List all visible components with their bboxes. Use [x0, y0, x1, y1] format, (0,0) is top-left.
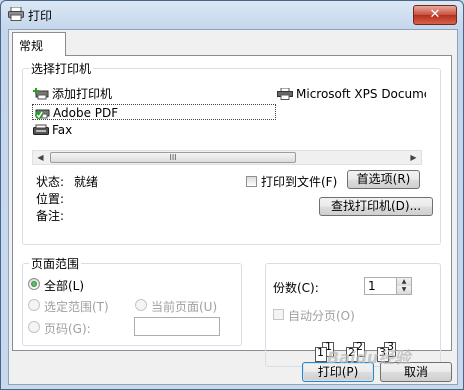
scroll-right-icon[interactable]: ▶	[406, 151, 421, 164]
collate-checkbox[interactable]	[273, 309, 284, 320]
watermark: Baidu经验	[327, 348, 411, 367]
scroll-left-icon[interactable]: ◀	[33, 151, 48, 164]
preferences-button[interactable]: 首选项(R)	[347, 170, 420, 189]
radio-selection-label[interactable]: 选定范围(T)	[44, 298, 109, 315]
printer-icon	[277, 88, 293, 100]
fax-icon	[33, 124, 49, 135]
printer-name: Fax	[52, 123, 73, 137]
printer-name: Microsoft XPS Docume	[296, 87, 426, 101]
print-dialog: 打印 ✕ 常规 选择打印机 添加打印机 Microsoft XPS Docume…	[0, 0, 464, 390]
copies-label: 份数(C):	[273, 281, 319, 295]
tab-general[interactable]: 常规	[12, 32, 66, 56]
copies-spinner[interactable]: 1 ▲ ▼	[364, 277, 412, 295]
collate-label[interactable]: 自动分页(O)	[288, 307, 355, 324]
radio-all[interactable]	[28, 278, 40, 290]
printer-list[interactable]: 添加打印机 Microsoft XPS Docume Adobe PDF Fax	[32, 83, 426, 151]
scroll-thumb[interactable]: III	[50, 152, 296, 163]
default-printer-icon	[35, 109, 50, 119]
general-tab-panel: 选择打印机 添加打印机 Microsoft XPS Docume Adobe P…	[12, 55, 452, 367]
print-to-file-label[interactable]: 打印到文件(F)	[261, 173, 337, 190]
add-printer-icon	[33, 88, 49, 100]
printer-item-add[interactable]: 添加打印机	[32, 86, 112, 102]
status-value: 就绪	[74, 175, 99, 189]
printer-name: Adobe PDF	[53, 106, 119, 120]
close-button[interactable]: ✕	[413, 5, 457, 25]
page-range-label: 页面范围	[29, 255, 82, 272]
collate-page-number: 1	[317, 346, 324, 359]
select-printer-group: 选择打印机 添加打印机 Microsoft XPS Docume Adobe P…	[22, 60, 441, 245]
printer-item-xps[interactable]: Microsoft XPS Docume	[276, 86, 426, 102]
pages-input[interactable]	[134, 317, 220, 336]
printer-item-adobe-pdf[interactable]: Adobe PDF	[32, 104, 276, 120]
page-range-group: 页面范围 全部(L) 选定范围(T) 当前页面(U) 页码(G):	[22, 255, 242, 346]
copies-value[interactable]: 1	[368, 279, 376, 293]
radio-pages-label[interactable]: 页码(G):	[44, 320, 91, 337]
status-label: 状态:	[36, 175, 65, 189]
find-printer-button[interactable]: 查找打印机(D)...	[319, 197, 433, 216]
window-title: 打印	[28, 9, 53, 23]
printer-icon	[8, 7, 24, 21]
location-label: 位置:	[36, 192, 65, 206]
select-printer-label: 选择打印机	[29, 60, 94, 77]
spin-down-icon[interactable]: ▼	[396, 286, 411, 294]
print-to-file-checkbox[interactable]	[246, 176, 257, 187]
spin-up-icon[interactable]: ▲	[396, 278, 411, 286]
comment-label: 备注:	[36, 209, 65, 223]
printer-list-scrollbar[interactable]: ◀ III ▶	[32, 150, 422, 165]
close-icon: ✕	[429, 7, 441, 22]
radio-selection[interactable]	[28, 299, 40, 311]
dialog-client-area: 常规 选择打印机 添加打印机 Microsoft XPS Docume Adob…	[8, 29, 458, 385]
radio-current-page-label[interactable]: 当前页面(U)	[151, 298, 217, 315]
printer-name: 添加打印机	[52, 87, 113, 101]
radio-current-page[interactable]	[135, 299, 147, 311]
radio-pages[interactable]	[28, 321, 40, 333]
printer-item-fax[interactable]: Fax	[32, 122, 72, 138]
radio-all-label[interactable]: 全部(L)	[44, 277, 84, 294]
title-bar: 打印 ✕	[1, 1, 463, 29]
